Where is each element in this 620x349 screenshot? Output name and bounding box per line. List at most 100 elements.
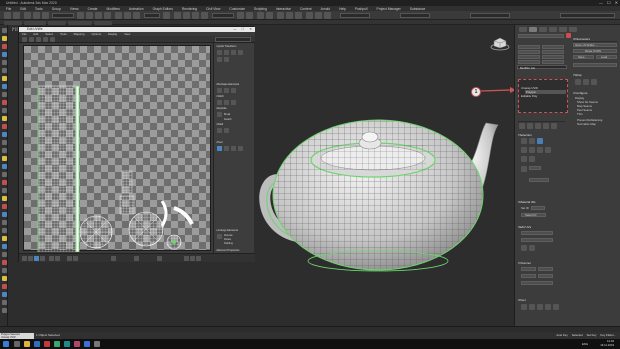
rotate-label[interactable]: Rotate xyxy=(224,238,231,241)
photoshop-icon[interactable] xyxy=(74,341,80,347)
point-to-point-seams-icon[interactable] xyxy=(545,304,551,310)
align-horizontal-icon[interactable] xyxy=(217,50,222,55)
menu-graph-editors[interactable]: Graph Editors xyxy=(153,7,173,11)
opera-icon[interactable] xyxy=(44,341,50,347)
tab-freeform[interactable] xyxy=(24,20,46,25)
language-indicator[interactable]: ENG xyxy=(582,342,588,346)
modify-tab-icon[interactable] xyxy=(529,27,537,32)
left-tool-icon[interactable] xyxy=(1,284,7,289)
uv-zoom-icon[interactable] xyxy=(184,256,189,261)
menu-views[interactable]: Views xyxy=(70,7,79,11)
percent-snap-icon[interactable] xyxy=(192,12,199,19)
ignore-backfacing-icon[interactable] xyxy=(529,156,535,162)
hierarchy-tab-icon[interactable] xyxy=(539,27,547,32)
left-tool-icon[interactable] xyxy=(1,276,7,281)
select-by-element-icon[interactable] xyxy=(521,156,527,162)
quick-peel-icon[interactable] xyxy=(217,146,222,151)
configure-section-header[interactable]: Configure xyxy=(573,91,588,95)
menu-modifiers[interactable]: Modifiers xyxy=(107,7,120,11)
3ds-max-icon[interactable] xyxy=(64,341,70,347)
explode-icon[interactable] xyxy=(217,112,222,117)
configure-sets-icon[interactable] xyxy=(551,123,557,129)
quick-peel-button[interactable] xyxy=(521,238,553,242)
schematic-view-icon[interactable] xyxy=(286,12,293,19)
uv-u-field-icon[interactable] xyxy=(111,256,116,261)
modifier-preset-5[interactable] xyxy=(518,55,540,59)
menu-file[interactable]: File xyxy=(6,7,11,11)
tab-object-paint[interactable] xyxy=(68,20,92,25)
left-tool-icon[interactable] xyxy=(1,164,7,169)
display-map-icon[interactable] xyxy=(529,245,535,251)
left-tool-icon[interactable] xyxy=(1,132,7,137)
convert-edge-to-seam-icon[interactable] xyxy=(553,304,559,310)
vertex-mode-icon[interactable] xyxy=(521,138,527,144)
system-clock[interactable]: 12:46 19.11.2019 xyxy=(600,339,614,347)
uv-mirror-icon[interactable] xyxy=(50,37,55,42)
stack-item-editable-poly[interactable]: Editable Poly xyxy=(521,94,537,98)
texture-map-dropdown[interactable] xyxy=(215,37,251,42)
space-vertical-icon[interactable] xyxy=(238,50,243,55)
wrap-sphere-icon[interactable] xyxy=(591,79,597,85)
channel-section-header[interactable]: Channel xyxy=(518,261,531,265)
uv-islands[interactable] xyxy=(24,46,212,252)
window-crossing-icon[interactable] xyxy=(104,12,111,19)
paste-channel-button[interactable] xyxy=(538,274,553,278)
chrome-icon[interactable] xyxy=(54,341,60,347)
left-tool-icon[interactable] xyxy=(1,76,7,81)
rotate-icon[interactable] xyxy=(124,12,131,19)
utilities-tab-icon[interactable] xyxy=(569,27,577,32)
left-tool-icon[interactable] xyxy=(1,252,7,257)
edit-uvs-section-header[interactable]: Edit UVs xyxy=(518,225,532,229)
make-unique-icon[interactable] xyxy=(535,123,541,129)
left-tool-icon[interactable] xyxy=(1,308,7,313)
redo-icon[interactable] xyxy=(13,12,20,19)
left-tool-icon[interactable] xyxy=(1,268,7,273)
left-tool-icon[interactable] xyxy=(1,68,7,73)
modifier-preset-3[interactable] xyxy=(518,50,540,54)
uv-absolute-icon[interactable] xyxy=(73,256,78,261)
left-tool-icon[interactable] xyxy=(1,180,7,185)
circular-icon[interactable] xyxy=(231,88,236,93)
uv-pan-icon[interactable] xyxy=(190,256,195,261)
pack-custom-icon[interactable] xyxy=(217,234,222,239)
wrap-box-icon[interactable] xyxy=(575,79,581,85)
create-tab-icon[interactable] xyxy=(519,27,527,32)
uv-v-field-icon[interactable] xyxy=(134,256,139,261)
polygon-mode-icon[interactable] xyxy=(537,138,543,144)
left-tool-icon[interactable] xyxy=(1,140,7,145)
grow-selection-icon[interactable] xyxy=(521,147,527,153)
peel-mode-uv-icon[interactable] xyxy=(224,146,229,151)
object-name-field[interactable] xyxy=(518,34,564,38)
left-tool-icon[interactable] xyxy=(1,124,7,129)
thin-radio[interactable]: Thin xyxy=(577,112,582,116)
stitch-target-icon[interactable] xyxy=(224,100,229,105)
smoothing-field[interactable] xyxy=(529,178,549,182)
edit-seams-icon[interactable] xyxy=(537,304,543,310)
peel-mode-icon[interactable] xyxy=(521,304,527,310)
sign-in-dropdown[interactable] xyxy=(470,13,510,18)
ring-selection-icon[interactable] xyxy=(537,147,543,153)
undo-icon[interactable] xyxy=(4,12,11,19)
modifier-preset-6[interactable] xyxy=(542,55,564,59)
rectangle-selection-icon[interactable] xyxy=(95,12,102,19)
spinner-snap-icon[interactable] xyxy=(201,12,208,19)
left-tool-icon[interactable] xyxy=(1,116,7,121)
close-button[interactable]: ✕ xyxy=(615,0,618,5)
left-tool-icon[interactable] xyxy=(1,156,7,161)
left-tool-icon[interactable] xyxy=(1,188,7,193)
left-tool-icon[interactable] xyxy=(1,44,7,49)
menu-group[interactable]: Group xyxy=(52,7,61,11)
select-object-icon[interactable] xyxy=(77,12,84,19)
project-dropdown[interactable] xyxy=(400,13,430,18)
peel-section-header[interactable]: Peel xyxy=(518,298,526,302)
left-tool-icon[interactable] xyxy=(1,100,7,105)
menu-pushpull[interactable]: Pushpull xyxy=(355,7,368,11)
uv-polygon-mode-icon[interactable] xyxy=(34,256,39,261)
reset-all-button[interactable] xyxy=(521,267,536,271)
modifier-preset-2[interactable] xyxy=(542,45,564,49)
uv-grow-icon[interactable] xyxy=(49,256,54,261)
viewcube-icon[interactable] xyxy=(489,35,511,51)
wrap-section-header[interactable]: Wrap xyxy=(573,73,582,77)
left-tool-icon[interactable] xyxy=(1,84,7,89)
quick-planar-icon[interactable] xyxy=(521,245,527,251)
